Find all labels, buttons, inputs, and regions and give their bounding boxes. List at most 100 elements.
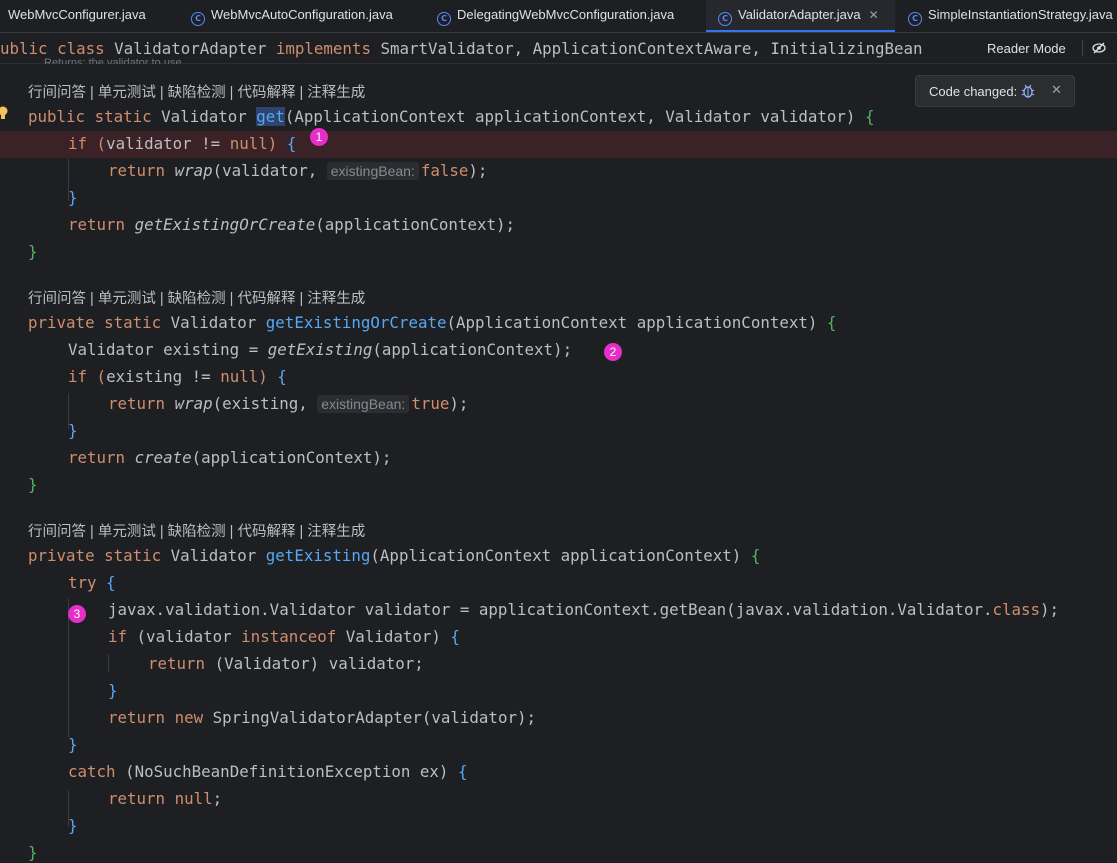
javadoc-remnant: Returns: the validator to use (44, 57, 182, 64)
ai-actions-hint[interactable]: 行间问答 | 单元测试 | 缺陷检测 | 代码解释 | 注释生成 (28, 289, 365, 309)
code-text: ); (449, 394, 469, 413)
tab-validatoradapter[interactable]: C ValidatorAdapter.java ✕ (706, 0, 895, 32)
method-call: wrap (174, 394, 213, 413)
code-line: return (Validator) validator; (148, 654, 424, 674)
code-brace: { (750, 546, 761, 565)
code-brace: { (286, 134, 297, 153)
eye-slash-icon[interactable] (1092, 41, 1106, 58)
code-line: return create(applicationContext); (68, 448, 391, 468)
method-call: getExistingOrCreate (134, 215, 316, 234)
code-paren: ( (96, 134, 107, 153)
code-text: (applicationContext); (372, 340, 573, 359)
code-keyword: instanceof (241, 627, 346, 646)
close-icon[interactable]: ✕ (869, 8, 879, 22)
code-brace: { (106, 573, 116, 592)
class-name: ValidatorAdapter (114, 39, 276, 58)
method-name: get (256, 107, 285, 126)
code-line: return new SpringValidatorAdapter(valida… (108, 708, 536, 728)
code-text: (applicationContext); (315, 215, 516, 234)
code-text: ; (212, 789, 223, 808)
class-icon: C (191, 12, 205, 26)
class-icon: C (437, 12, 451, 26)
code-keyword: if (108, 627, 137, 646)
code-keyword: false (420, 161, 469, 180)
code-keyword: if (68, 134, 97, 153)
code-text: (validator (136, 627, 242, 646)
code-keyword: class (992, 600, 1041, 619)
code-editor[interactable]: 行间问答 | 单元测试 | 缺陷检测 | 代码解释 | 注释生成 public … (0, 64, 1117, 863)
annotation-marker-2: 2 (604, 343, 622, 361)
code-line: if (existing != null) { (68, 367, 287, 387)
code-line: } (68, 816, 78, 835)
code-keyword: implements (275, 39, 381, 58)
code-text: javax.validation.Validator validator = a… (108, 600, 993, 619)
code-text: (Validator) validator; (214, 654, 424, 673)
code-line: return wrap(existing, existingBean: true)… (108, 394, 468, 414)
code-keyword: return (68, 448, 135, 467)
tab-label: WebMvcAutoConfiguration.java (211, 7, 393, 22)
code-keyword: ublic (0, 39, 58, 58)
code-brace: { (450, 627, 460, 646)
class-icon: C (908, 12, 922, 26)
code-brace: { (277, 367, 287, 386)
tab-label: DelegatingWebMvcConfiguration.java (457, 7, 675, 22)
code-paren: ) (258, 367, 278, 386)
code-keyword: null (229, 134, 268, 153)
code-line: return null; (108, 789, 222, 809)
code-line: } (28, 843, 38, 862)
divider (1082, 40, 1083, 56)
tab-simpleinstantiationstrategy[interactable]: C SimpleInstantiationStrategy.java (908, 0, 1113, 32)
code-keyword: return (148, 654, 215, 673)
code-line: try { (68, 573, 116, 593)
tab-delegatingwebmvcconfiguration[interactable]: C DelegatingWebMvcConfiguration.java (437, 0, 674, 32)
tab-label: SimpleInstantiationStrategy.java (928, 7, 1113, 22)
code-keyword: new (174, 708, 213, 727)
ai-actions-hint[interactable]: 行间问答 | 单元测试 | 缺陷检测 | 代码解释 | 注释生成 (28, 522, 365, 542)
code-keyword: return (108, 394, 175, 413)
code-text: ); (1040, 600, 1060, 619)
code-type: Validator (170, 313, 266, 332)
code-keyword: static (104, 546, 171, 565)
code-line: private static Validator getExisting(App… (28, 546, 760, 566)
tab-webmvcautoconfiguration[interactable]: C WebMvcAutoConfiguration.java (191, 0, 393, 32)
interfaces: SmartValidator, ApplicationContextAware,… (380, 39, 923, 58)
code-keyword: catch (68, 762, 126, 781)
code-text: existing != (106, 367, 221, 386)
ai-actions-hint[interactable]: 行间问答 | 单元测试 | 缺陷检测 | 代码解释 | 注释生成 (28, 83, 365, 103)
parameter-hint: existingBean: (317, 395, 410, 413)
code-text: Validator) (345, 627, 451, 646)
code-line: if (validator instanceof Validator) { (108, 627, 460, 647)
code-text: Validator existing = (68, 340, 268, 359)
code-type: Validator (170, 546, 266, 565)
indent-guide (68, 599, 69, 737)
sticky-class-header[interactable]: ublic class ValidatorAdapter implements … (0, 33, 1117, 64)
code-line: return getExistingOrCreate(applicationCo… (68, 215, 515, 235)
code-keyword: private (28, 313, 105, 332)
code-line: private static Validator getExistingOrCr… (28, 313, 836, 333)
method-name: getExisting (265, 546, 371, 565)
parameter-hint: existingBean: (326, 162, 419, 180)
code-line: } (28, 242, 38, 261)
indent-guide (108, 654, 109, 672)
code-text: (NoSuchBeanDefinitionException ex) (125, 762, 458, 781)
code-text: (ApplicationContext applicationContext, … (284, 107, 865, 126)
code-line: } (68, 188, 78, 207)
class-icon: C (718, 12, 732, 26)
code-line: } (28, 475, 38, 494)
editor-tab-bar: WebMvcConfigurer.java C WebMvcAutoConfigu… (0, 0, 1117, 33)
reader-mode-label: Reader Mode (987, 41, 1066, 56)
code-line: } (68, 735, 78, 754)
method-call: create (134, 448, 192, 467)
code-keyword: return (108, 789, 175, 808)
code-brace: { (826, 313, 837, 332)
code-line: catch (NoSuchBeanDefinitionException ex)… (68, 762, 467, 782)
code-keyword: static (94, 107, 162, 126)
code-line: } (108, 681, 118, 700)
reader-mode-toggle[interactable]: Reader Mode (975, 34, 1117, 62)
method-call: wrap (174, 161, 213, 180)
tab-webmvcconfigurer[interactable]: WebMvcConfigurer.java (8, 0, 146, 32)
annotation-marker-3: 3 (68, 605, 86, 623)
lightbulb-icon[interactable] (0, 106, 8, 126)
code-type: Validator (161, 107, 257, 126)
annotation-marker-1: 1 (310, 128, 328, 146)
